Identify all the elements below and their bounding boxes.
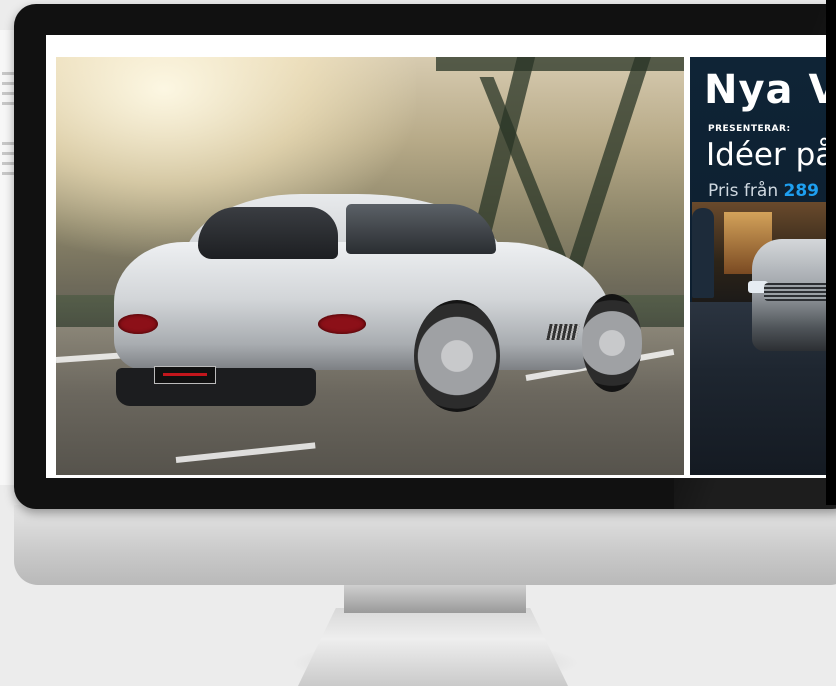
person-silhouette: [692, 208, 714, 298]
license-plate: [154, 366, 216, 384]
side-vent: [546, 324, 580, 340]
front-wheel: [582, 294, 642, 392]
tail-light: [118, 314, 158, 334]
vw-headline: Nya Vo: [704, 67, 836, 113]
rear-diffuser: [116, 368, 316, 406]
monitor-stand-neck: [344, 585, 526, 613]
monitor-stand-base: [298, 608, 568, 686]
vw-advertisement[interactable]: Nya Vo PRESENTERAR: Idéer på Pris från 2…: [690, 57, 836, 475]
vw-price-line: Pris från 289: [708, 181, 819, 201]
bridge-beam: [436, 57, 684, 71]
suv-grille: [764, 283, 834, 301]
monitor-screen: Nya Vo PRESENTERAR: Idéer på Pris från 2…: [46, 35, 836, 478]
sports-car-image: [106, 182, 642, 412]
vw-presents-label: PRESENTERAR:: [708, 124, 791, 134]
rear-wheel: [414, 300, 500, 412]
vw-price-prefix: Pris från: [708, 181, 779, 201]
tail-light: [318, 314, 366, 334]
car-body: [114, 242, 612, 370]
monitor-chin: [14, 505, 836, 585]
bezel-edge: [826, 0, 836, 505]
car-advertisement[interactable]: [56, 57, 684, 475]
vw-suv-image: [748, 239, 836, 351]
vw-price-value: 289: [783, 181, 820, 201]
vw-ideas-text: Idéer på: [706, 137, 835, 173]
car-side-window: [346, 204, 496, 254]
car-rear-window: [198, 207, 338, 259]
